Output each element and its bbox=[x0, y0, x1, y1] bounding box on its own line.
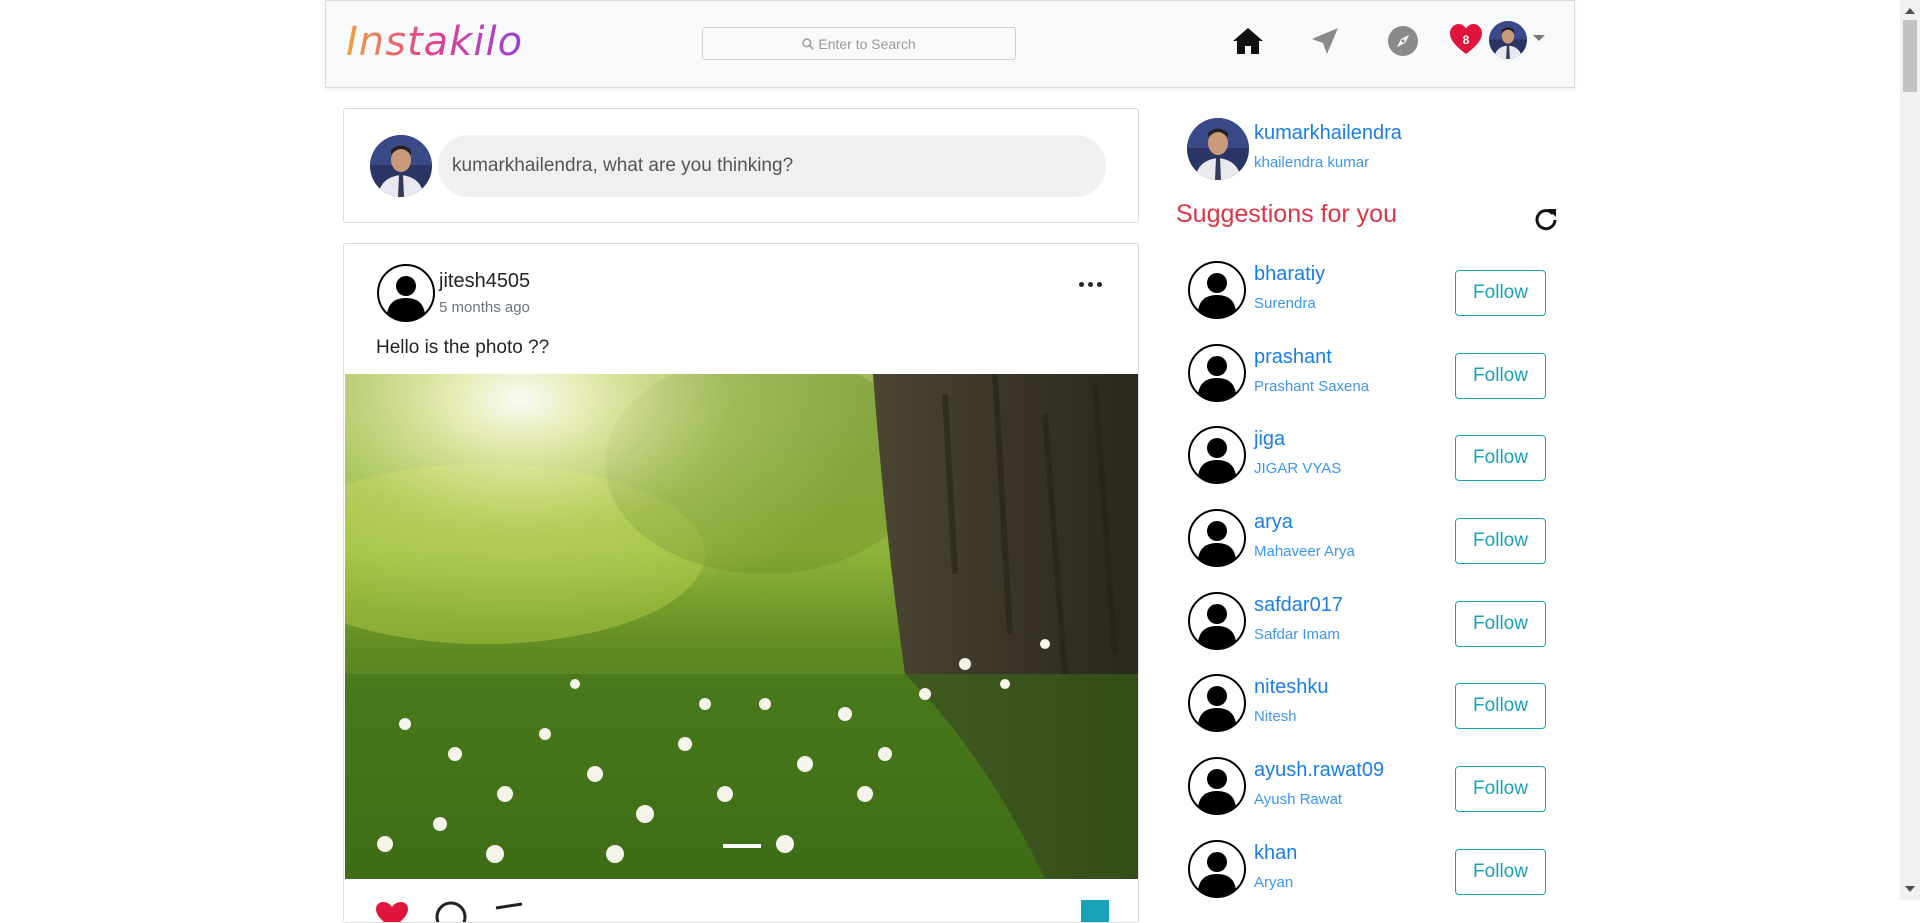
compass-icon[interactable] bbox=[1383, 21, 1423, 61]
suggestion-avatar[interactable] bbox=[1188, 674, 1246, 733]
suggestions-list: bharatiy Surendra Follow prashant Prashant S… bbox=[1186, 257, 1550, 919]
follow-button[interactable]: Follow bbox=[1455, 848, 1546, 895]
scroll-up-arrow[interactable] bbox=[1905, 8, 1915, 14]
post-composer: kumarkhailendra, what are you thinking? bbox=[343, 108, 1139, 223]
suggestions-title: Suggestions for you bbox=[1176, 200, 1397, 228]
composer-avatar bbox=[370, 135, 432, 197]
suggestion-item: ayush.rawat09 Ayush Rawat Follow bbox=[1186, 753, 1550, 836]
current-user-username[interactable]: kumarkhailendra bbox=[1254, 122, 1402, 145]
search-icon bbox=[802, 37, 815, 50]
suggestion-fullname: Nitesh bbox=[1254, 708, 1297, 726]
search-input[interactable]: Enter to Search bbox=[702, 27, 1016, 60]
follow-button[interactable]: Follow bbox=[1455, 352, 1546, 399]
suggestion-avatar[interactable] bbox=[1188, 839, 1246, 898]
top-navbar: Instakilo Enter to Search 8 bbox=[325, 0, 1575, 88]
feed-post: jitesh4505 5 months ago Hello is the pho… bbox=[343, 243, 1139, 923]
refresh-icon[interactable] bbox=[1533, 206, 1559, 232]
suggestion-avatar[interactable] bbox=[1188, 343, 1246, 402]
current-user-avatar[interactable] bbox=[1187, 118, 1249, 180]
bookmark-icon[interactable] bbox=[1081, 900, 1109, 922]
post-caption: Hello is the photo ?? bbox=[376, 337, 550, 358]
follow-button[interactable]: Follow bbox=[1455, 518, 1546, 565]
suggestion-fullname: Prashant Saxena bbox=[1254, 377, 1370, 395]
search-placeholder: Enter to Search bbox=[818, 35, 916, 52]
chevron-down-icon[interactable] bbox=[1533, 35, 1545, 41]
suggestion-username[interactable]: jiga bbox=[1254, 428, 1285, 451]
post-author-avatar[interactable] bbox=[377, 264, 435, 322]
suggestion-item: niteshku Nitesh Follow bbox=[1186, 670, 1550, 753]
send-icon[interactable] bbox=[1305, 21, 1345, 61]
suggestion-fullname: Aryan bbox=[1254, 873, 1294, 891]
suggestion-avatar[interactable] bbox=[1188, 757, 1246, 816]
suggestion-item: jiga JIGAR VYAS Follow bbox=[1186, 422, 1550, 505]
suggestion-username[interactable]: ayush.rawat09 bbox=[1254, 759, 1384, 782]
notifications-heart-icon[interactable]: 8 bbox=[1449, 23, 1483, 57]
follow-button[interactable]: Follow bbox=[1455, 270, 1546, 316]
scroll-down-arrow[interactable] bbox=[1905, 886, 1915, 892]
home-icon[interactable] bbox=[1228, 21, 1268, 61]
suggestion-fullname: JIGAR VYAS bbox=[1254, 460, 1342, 478]
suggestion-item: safdar017 Safdar Imam Follow bbox=[1186, 588, 1550, 671]
suggestion-username[interactable]: bharatiy bbox=[1254, 263, 1325, 286]
more-options-icon[interactable] bbox=[1079, 282, 1102, 287]
composer-input[interactable]: kumarkhailendra, what are you thinking? bbox=[438, 135, 1106, 197]
post-author-username[interactable]: jitesh4505 bbox=[439, 270, 530, 293]
share-icon[interactable] bbox=[492, 900, 526, 923]
follow-button[interactable]: Follow bbox=[1455, 600, 1546, 647]
suggestion-avatar[interactable] bbox=[1188, 426, 1246, 485]
suggestion-fullname: Mahaveer Arya bbox=[1254, 543, 1355, 561]
suggestion-username[interactable]: prashant bbox=[1254, 346, 1332, 369]
suggestion-username[interactable]: niteshku bbox=[1254, 676, 1329, 699]
suggestion-item: arya Mahaveer Arya Follow bbox=[1186, 505, 1550, 588]
suggestion-item: bharatiy Surendra Follow bbox=[1186, 257, 1550, 340]
suggestion-item: khan Aryan Follow bbox=[1186, 836, 1550, 919]
suggestion-avatar[interactable] bbox=[1188, 591, 1246, 650]
follow-button[interactable]: Follow bbox=[1455, 435, 1546, 482]
follow-button[interactable]: Follow bbox=[1455, 683, 1546, 730]
suggestion-item: prashant Prashant Saxena Follow bbox=[1186, 340, 1550, 423]
scrollbar-thumb[interactable] bbox=[1903, 20, 1917, 92]
notification-count: 8 bbox=[1462, 33, 1470, 47]
like-heart-icon[interactable] bbox=[374, 900, 410, 923]
post-actions bbox=[344, 886, 1138, 923]
comment-icon[interactable] bbox=[434, 900, 468, 923]
suggestion-fullname: Safdar Imam bbox=[1254, 625, 1340, 643]
carousel-indicator[interactable] bbox=[723, 844, 761, 848]
suggestion-avatar[interactable] bbox=[1188, 509, 1246, 568]
page-scrollbar[interactable] bbox=[1900, 0, 1920, 900]
suggestion-fullname: Surendra bbox=[1254, 295, 1316, 312]
current-user-fullname: khailendra kumar bbox=[1254, 154, 1370, 171]
current-user-card: kumarkhailendra khailendra kumar bbox=[1187, 118, 1537, 180]
suggestion-username[interactable]: safdar017 bbox=[1254, 594, 1343, 617]
profile-avatar[interactable] bbox=[1489, 21, 1527, 59]
suggestion-avatar[interactable] bbox=[1188, 261, 1246, 319]
suggestion-username[interactable]: khan bbox=[1254, 842, 1297, 865]
suggestion-username[interactable]: arya bbox=[1254, 511, 1293, 534]
post-photo[interactable] bbox=[345, 374, 1138, 879]
follow-button[interactable]: Follow bbox=[1455, 766, 1546, 813]
suggestion-fullname: Ayush Rawat bbox=[1254, 791, 1343, 809]
brand-logo[interactable]: Instakilo bbox=[346, 19, 523, 65]
post-timestamp: 5 months ago bbox=[439, 299, 530, 316]
